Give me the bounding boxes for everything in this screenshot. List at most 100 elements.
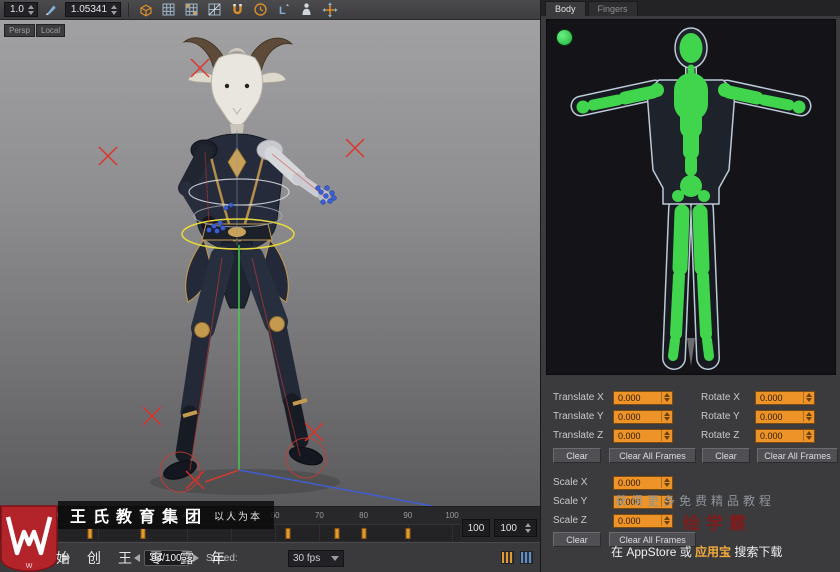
brush-icon[interactable] — [42, 1, 61, 19]
keyframe-marker[interactable] — [361, 528, 367, 539]
logo-letter: W — [26, 563, 33, 570]
stepper-arrows[interactable] — [661, 515, 671, 526]
timeline-grid-line — [319, 525, 321, 542]
translate-x-label: Translate X — [553, 392, 604, 403]
scale-y-label: Scale Y — [553, 496, 588, 507]
playback-bar: 94/100 Speed: 30 fps 始创王零露年 — [0, 542, 540, 572]
translate-y-value: 0.000 — [618, 411, 641, 422]
timeline-range-end-field[interactable]: 100 — [494, 519, 537, 537]
top-toolbar: 1.0 1.05341 L — [0, 0, 540, 20]
stepper-arrows[interactable] — [661, 477, 671, 488]
stepper-arrows[interactable] — [111, 4, 118, 15]
timeline-end-frame-value: 100 — [467, 522, 485, 534]
watermark-band: 王氏教育集团 以人为本 — [58, 501, 275, 529]
step-stepper[interactable]: 1.05341 — [64, 2, 122, 17]
rotate-z-field[interactable]: 0.000 — [755, 428, 815, 443]
curve-editor-icon[interactable] — [501, 551, 514, 564]
translate-y-label: Translate Y — [553, 411, 604, 422]
toolbar-separator — [128, 2, 130, 17]
stepper-arrows[interactable] — [525, 523, 531, 533]
timeline-end-frame-field[interactable]: 100 — [461, 519, 491, 537]
dope-sheet-icon[interactable] — [520, 551, 533, 564]
watermark-title: 王氏教育集团 — [70, 509, 209, 526]
stepper-arrows[interactable] — [661, 392, 671, 403]
svg-text:L: L — [279, 5, 286, 17]
stepper-arrows[interactable] — [803, 430, 813, 441]
timeline-tick-label: 70 — [314, 511, 324, 520]
rotate-y-value: 0.000 — [760, 411, 783, 422]
translate-x-value: 0.000 — [618, 392, 641, 403]
translate-z-value: 0.000 — [618, 430, 641, 441]
cube-icon[interactable] — [136, 1, 155, 19]
scale-x-label: Scale X — [553, 477, 588, 488]
translate-clear-button[interactable]: Clear — [553, 448, 601, 463]
translate-clear-all-frames-button[interactable]: Clear All Frames — [609, 448, 696, 463]
rotate-x-field[interactable]: 0.000 — [755, 390, 815, 405]
panel-tabbar: Body Fingers — [541, 0, 840, 16]
timeline-tick-label: 90 — [403, 511, 413, 520]
translate-z-field[interactable]: 0.000 — [613, 428, 673, 443]
watermark-playback-text: 始创王零露年 — [56, 550, 242, 566]
grid-color-icon[interactable] — [182, 1, 201, 19]
rotate-z-value: 0.000 — [760, 430, 783, 441]
stepper-arrows[interactable] — [661, 430, 671, 441]
rotate-y-label: Rotate Y — [701, 411, 740, 422]
keyframe-marker[interactable] — [405, 528, 411, 539]
step-stepper-value: 1.05341 — [70, 4, 108, 15]
stepper-arrows[interactable] — [803, 392, 813, 403]
watermark-promo-line: 获得更多免费精品教程 — [615, 494, 776, 508]
watermark-download-highlight: 应用宝 — [695, 545, 732, 559]
scale-x-value: 0.000 — [618, 477, 641, 488]
character-model[interactable] — [161, 37, 330, 483]
timeline-tick-label: 80 — [359, 511, 369, 520]
character-model-view — [98, 37, 433, 506]
keyframe-marker[interactable] — [334, 528, 340, 539]
magnet-icon[interactable] — [228, 1, 247, 19]
scale-z-label: Scale Z — [553, 515, 587, 526]
grid-alt-icon[interactable] — [205, 1, 224, 19]
translate-y-field[interactable]: 0.000 — [613, 409, 673, 424]
grid-icon[interactable] — [159, 1, 178, 19]
move-cross-icon[interactable] — [320, 1, 339, 19]
scale-z-field[interactable]: 0.000 — [613, 513, 673, 528]
scale-x-field[interactable]: 0.000 — [613, 475, 673, 490]
rotate-x-value: 0.000 — [760, 392, 783, 403]
chevron-down-icon — [331, 556, 339, 561]
clock-icon[interactable] — [251, 1, 270, 19]
viewport-3d[interactable]: Persp Local — [0, 20, 540, 506]
timeline-tick-label: 100 — [445, 511, 459, 520]
rotate-y-field[interactable]: 0.000 — [755, 409, 815, 424]
person-icon[interactable] — [297, 1, 316, 19]
letter-l-icon[interactable]: L — [274, 1, 293, 19]
translate-x-field[interactable]: 0.000 — [613, 390, 673, 405]
watermark-download-post: 搜索下载 — [734, 545, 783, 559]
stepper-arrows[interactable] — [27, 4, 34, 15]
timeline-grid-line — [275, 525, 277, 542]
tab-fingers[interactable]: Fingers — [587, 1, 638, 16]
rotate-clear-button[interactable]: Clear — [702, 448, 750, 463]
body-part-picker[interactable] — [546, 19, 836, 375]
tab-body[interactable]: Body — [545, 1, 586, 16]
rotate-x-label: Rotate X — [701, 392, 740, 403]
fps-value: 30 fps — [293, 553, 321, 564]
watermark-download-pre: 在 AppStore 或 — [611, 545, 692, 559]
motion-layer-panel: Body Fingers Translate X 0.000 Rotate X … — [540, 0, 840, 572]
rotate-clear-all-frames-button[interactable]: Clear All Frames — [757, 448, 838, 463]
scale-stepper-value: 1.0 — [10, 4, 24, 15]
timeline-range-end-value: 100 — [500, 522, 517, 534]
stepper-arrows[interactable] — [661, 411, 671, 422]
fps-dropdown[interactable]: 30 fps — [288, 550, 344, 567]
scale-z-value: 0.000 — [618, 515, 641, 526]
scale-stepper[interactable]: 1.0 — [4, 2, 38, 17]
keyframe-marker[interactable] — [140, 528, 146, 539]
keyframe-marker[interactable] — [87, 528, 93, 539]
watermark-download-line: 在 AppStore 或 应用宝 搜索下载 — [611, 543, 782, 560]
watermark-brand: 绘学霸 — [683, 514, 752, 533]
timeline-grid-line — [452, 525, 453, 542]
status-indicator-dot — [557, 30, 572, 45]
scale-clear-button[interactable]: Clear — [553, 532, 601, 547]
stepper-arrows[interactable] — [803, 411, 813, 422]
watermark-subtitle: 以人为本 — [214, 511, 263, 523]
keyframe-marker[interactable] — [285, 528, 291, 539]
humanoid-figure[interactable] — [547, 20, 835, 374]
